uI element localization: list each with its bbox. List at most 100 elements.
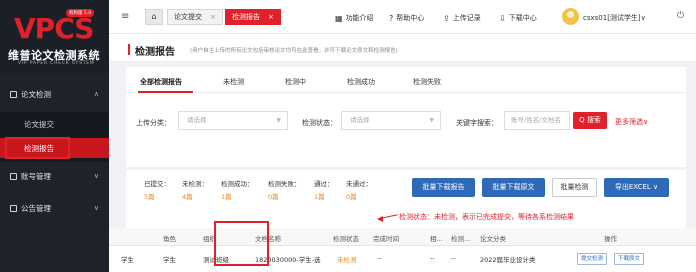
- stat-submitted: 已提交： 5篇: [144, 178, 170, 201]
- upload-icon: ⇪: [443, 13, 450, 23]
- stat-label: 未通过：: [346, 180, 372, 188]
- nav-group-label: 账号管理: [21, 171, 51, 181]
- stat-value: 1篇: [314, 193, 325, 201]
- close-icon[interactable]: ×: [268, 13, 274, 21]
- title-accent-bar: [128, 44, 130, 55]
- stat-failed: 检测失败： 0篇: [268, 178, 301, 201]
- upload-category-label: 上传分类：: [136, 119, 171, 127]
- batch-download-reports-button[interactable]: 批量下载报告: [412, 178, 475, 197]
- select-placeholder: 请选择: [350, 116, 370, 124]
- tab-unchecked[interactable]: 未检测: [223, 77, 244, 87]
- page-header: 检测报告 (用户自主上传的所有论文包括审核论文均可在此查看，并可下载论文原文和检…: [109, 34, 696, 62]
- menu-icon[interactable]: ≡: [121, 11, 129, 22]
- stat-value: 0篇: [346, 193, 357, 201]
- active-tab-underline: [138, 91, 193, 93]
- user-menu[interactable]: csxs01[测试学生]∨: [583, 13, 646, 23]
- power-icon[interactable]: ⏻: [677, 11, 684, 21]
- col-check-status: 检测状态: [333, 235, 359, 243]
- tab-check-failed[interactable]: 检测失败: [413, 77, 441, 87]
- tab-checking[interactable]: 检测中: [285, 77, 306, 87]
- sidebar-item-label: 论文提交: [24, 119, 54, 129]
- version-badge: 机构版 5.0: [66, 9, 95, 17]
- page-description: (用户自主上传的所有论文包括审核论文均可在此查看，并可下载论文原文和检测报告): [190, 48, 398, 54]
- export-excel-button[interactable]: 导出EXCEL ∨: [604, 178, 669, 197]
- status-highlight-box: [214, 221, 269, 266]
- download-icon: ⇩: [499, 13, 506, 23]
- search-button[interactable]: Q 搜索: [573, 112, 607, 129]
- stat-value: 4篇: [182, 193, 193, 201]
- topbar: ≡ ⌂ 论文提交 × 检测报告 × ▦ 功能介绍 ? 帮助中心 ⇪ 上传记录 ⇩…: [109, 0, 696, 34]
- megaphone-icon: [10, 204, 17, 212]
- highlight-annotation-box: [5, 137, 70, 159]
- tab-label: 论文提交: [174, 13, 202, 21]
- stat-label: 检测失败：: [268, 180, 301, 188]
- cell-name: 学生: [121, 256, 134, 264]
- check-status-select[interactable]: 请选择 ▼: [341, 111, 441, 130]
- col-check: 检测...: [451, 235, 471, 243]
- stat-label: 通过：: [314, 180, 334, 188]
- tab-paper-submit[interactable]: 论文提交 ×: [167, 9, 223, 25]
- stat-value: 5篇: [144, 193, 155, 201]
- select-placeholder: 请选择: [187, 116, 207, 124]
- chevron-down-icon: ∨: [93, 204, 99, 212]
- chevron-down-icon: ▼: [276, 117, 281, 124]
- link-label: 上传记录: [452, 14, 481, 22]
- chevron-down-icon: ▼: [429, 117, 434, 124]
- logo: VPCS 机构版 5.0 维普论文检测系统 VIP PAPER CHECK SY…: [0, 0, 109, 74]
- tab-check-report[interactable]: 检测报告 ×: [225, 9, 281, 25]
- nav-group-label: 论文检测: [21, 89, 51, 99]
- more-filter-link[interactable]: 更多筛选∨: [615, 117, 648, 127]
- tab-all-reports[interactable]: 全部检测报告: [140, 77, 182, 87]
- nav-group-notice[interactable]: 公告管理 ∨: [0, 197, 109, 219]
- cell-finish-time: --: [377, 254, 382, 262]
- stat-label: 已提交：: [144, 180, 170, 188]
- link-upload-record[interactable]: ⇪ 上传记录: [443, 13, 481, 23]
- stat-value: 1篇: [221, 193, 232, 201]
- link-features[interactable]: ▦ 功能介绍: [335, 13, 374, 23]
- keyword-search-input[interactable]: 账号/姓名/文档名: [504, 111, 570, 130]
- table-row[interactable]: 学生 学生 测试班级 1820030000-学生-选 未检测 -- -- -- …: [109, 246, 696, 272]
- col-finish-time: 完成时间: [373, 235, 399, 243]
- stat-not-passed: 未通过： 0篇: [346, 178, 372, 201]
- check-status-label: 检测状态：: [302, 119, 337, 127]
- close-icon[interactable]: ×: [210, 13, 216, 21]
- cell-role: 学生: [163, 256, 176, 264]
- sidebar: VPCS 机构版 5.0 维普论文检测系统 VIP PAPER CHECK SY…: [0, 0, 109, 272]
- upload-category-select[interactable]: 请选择 ▼: [178, 111, 288, 130]
- sidebar-item-paper-submit[interactable]: 论文提交: [0, 114, 109, 134]
- submit-check-button[interactable]: 提交检测: [577, 253, 608, 265]
- page-title: 检测报告: [135, 47, 175, 58]
- stat-success: 检测成功： 1篇: [221, 178, 254, 201]
- cell-similarity: --: [430, 254, 435, 262]
- stat-value: 0篇: [268, 193, 279, 201]
- tab-label: 检测报告: [232, 13, 260, 21]
- stat-passed: 通过： 1篇: [314, 178, 334, 201]
- col-role: 角色: [163, 235, 176, 243]
- avatar[interactable]: [562, 8, 579, 25]
- home-icon[interactable]: ⌂: [145, 9, 163, 25]
- user-icon: [10, 172, 17, 180]
- filter-card: 全部检测报告 未检测 检测中 检测成功 检测失败 上传分类： 请选择 ▼ 检测状…: [126, 67, 686, 167]
- batch-download-originals-button[interactable]: 批量下载原文: [482, 178, 545, 197]
- download-original-button[interactable]: 下载原文: [614, 253, 645, 265]
- nav-group-paper-check[interactable]: 论文检测 ∧: [0, 83, 109, 105]
- help-icon: ?: [389, 13, 394, 23]
- batch-check-button[interactable]: 批量检测: [552, 178, 597, 197]
- chevron-up-icon: ∧: [93, 90, 99, 98]
- col-actions: 操作: [604, 235, 617, 243]
- nav-group-account[interactable]: 账号管理 ∨: [0, 165, 109, 187]
- link-help[interactable]: ? 帮助中心: [389, 13, 424, 23]
- doc-icon: [10, 90, 17, 98]
- chevron-down-icon: ∨: [93, 172, 99, 180]
- link-label: 功能介绍: [345, 14, 374, 22]
- table-header: 角色 组织 文档名称 检测状态 完成时间 相... 检测... 论文分类 操作: [109, 228, 696, 246]
- cell-check-status: 未检测: [337, 256, 357, 264]
- stat-label: 检测成功：: [221, 180, 254, 188]
- link-download-center[interactable]: ⇩ 下载中心: [499, 13, 537, 23]
- nav-group-label: 公告管理: [21, 203, 51, 213]
- report-tabs: 全部检测报告 未检测 检测中 检测成功 检测失败: [126, 67, 686, 93]
- tab-check-success[interactable]: 检测成功: [347, 77, 375, 87]
- logo-name-en: VIP PAPER CHECK SYSTEM: [18, 61, 95, 66]
- stat-unchecked: 未检测： 4篇: [182, 178, 208, 201]
- cell-category: 2022届毕业设计类: [480, 256, 536, 264]
